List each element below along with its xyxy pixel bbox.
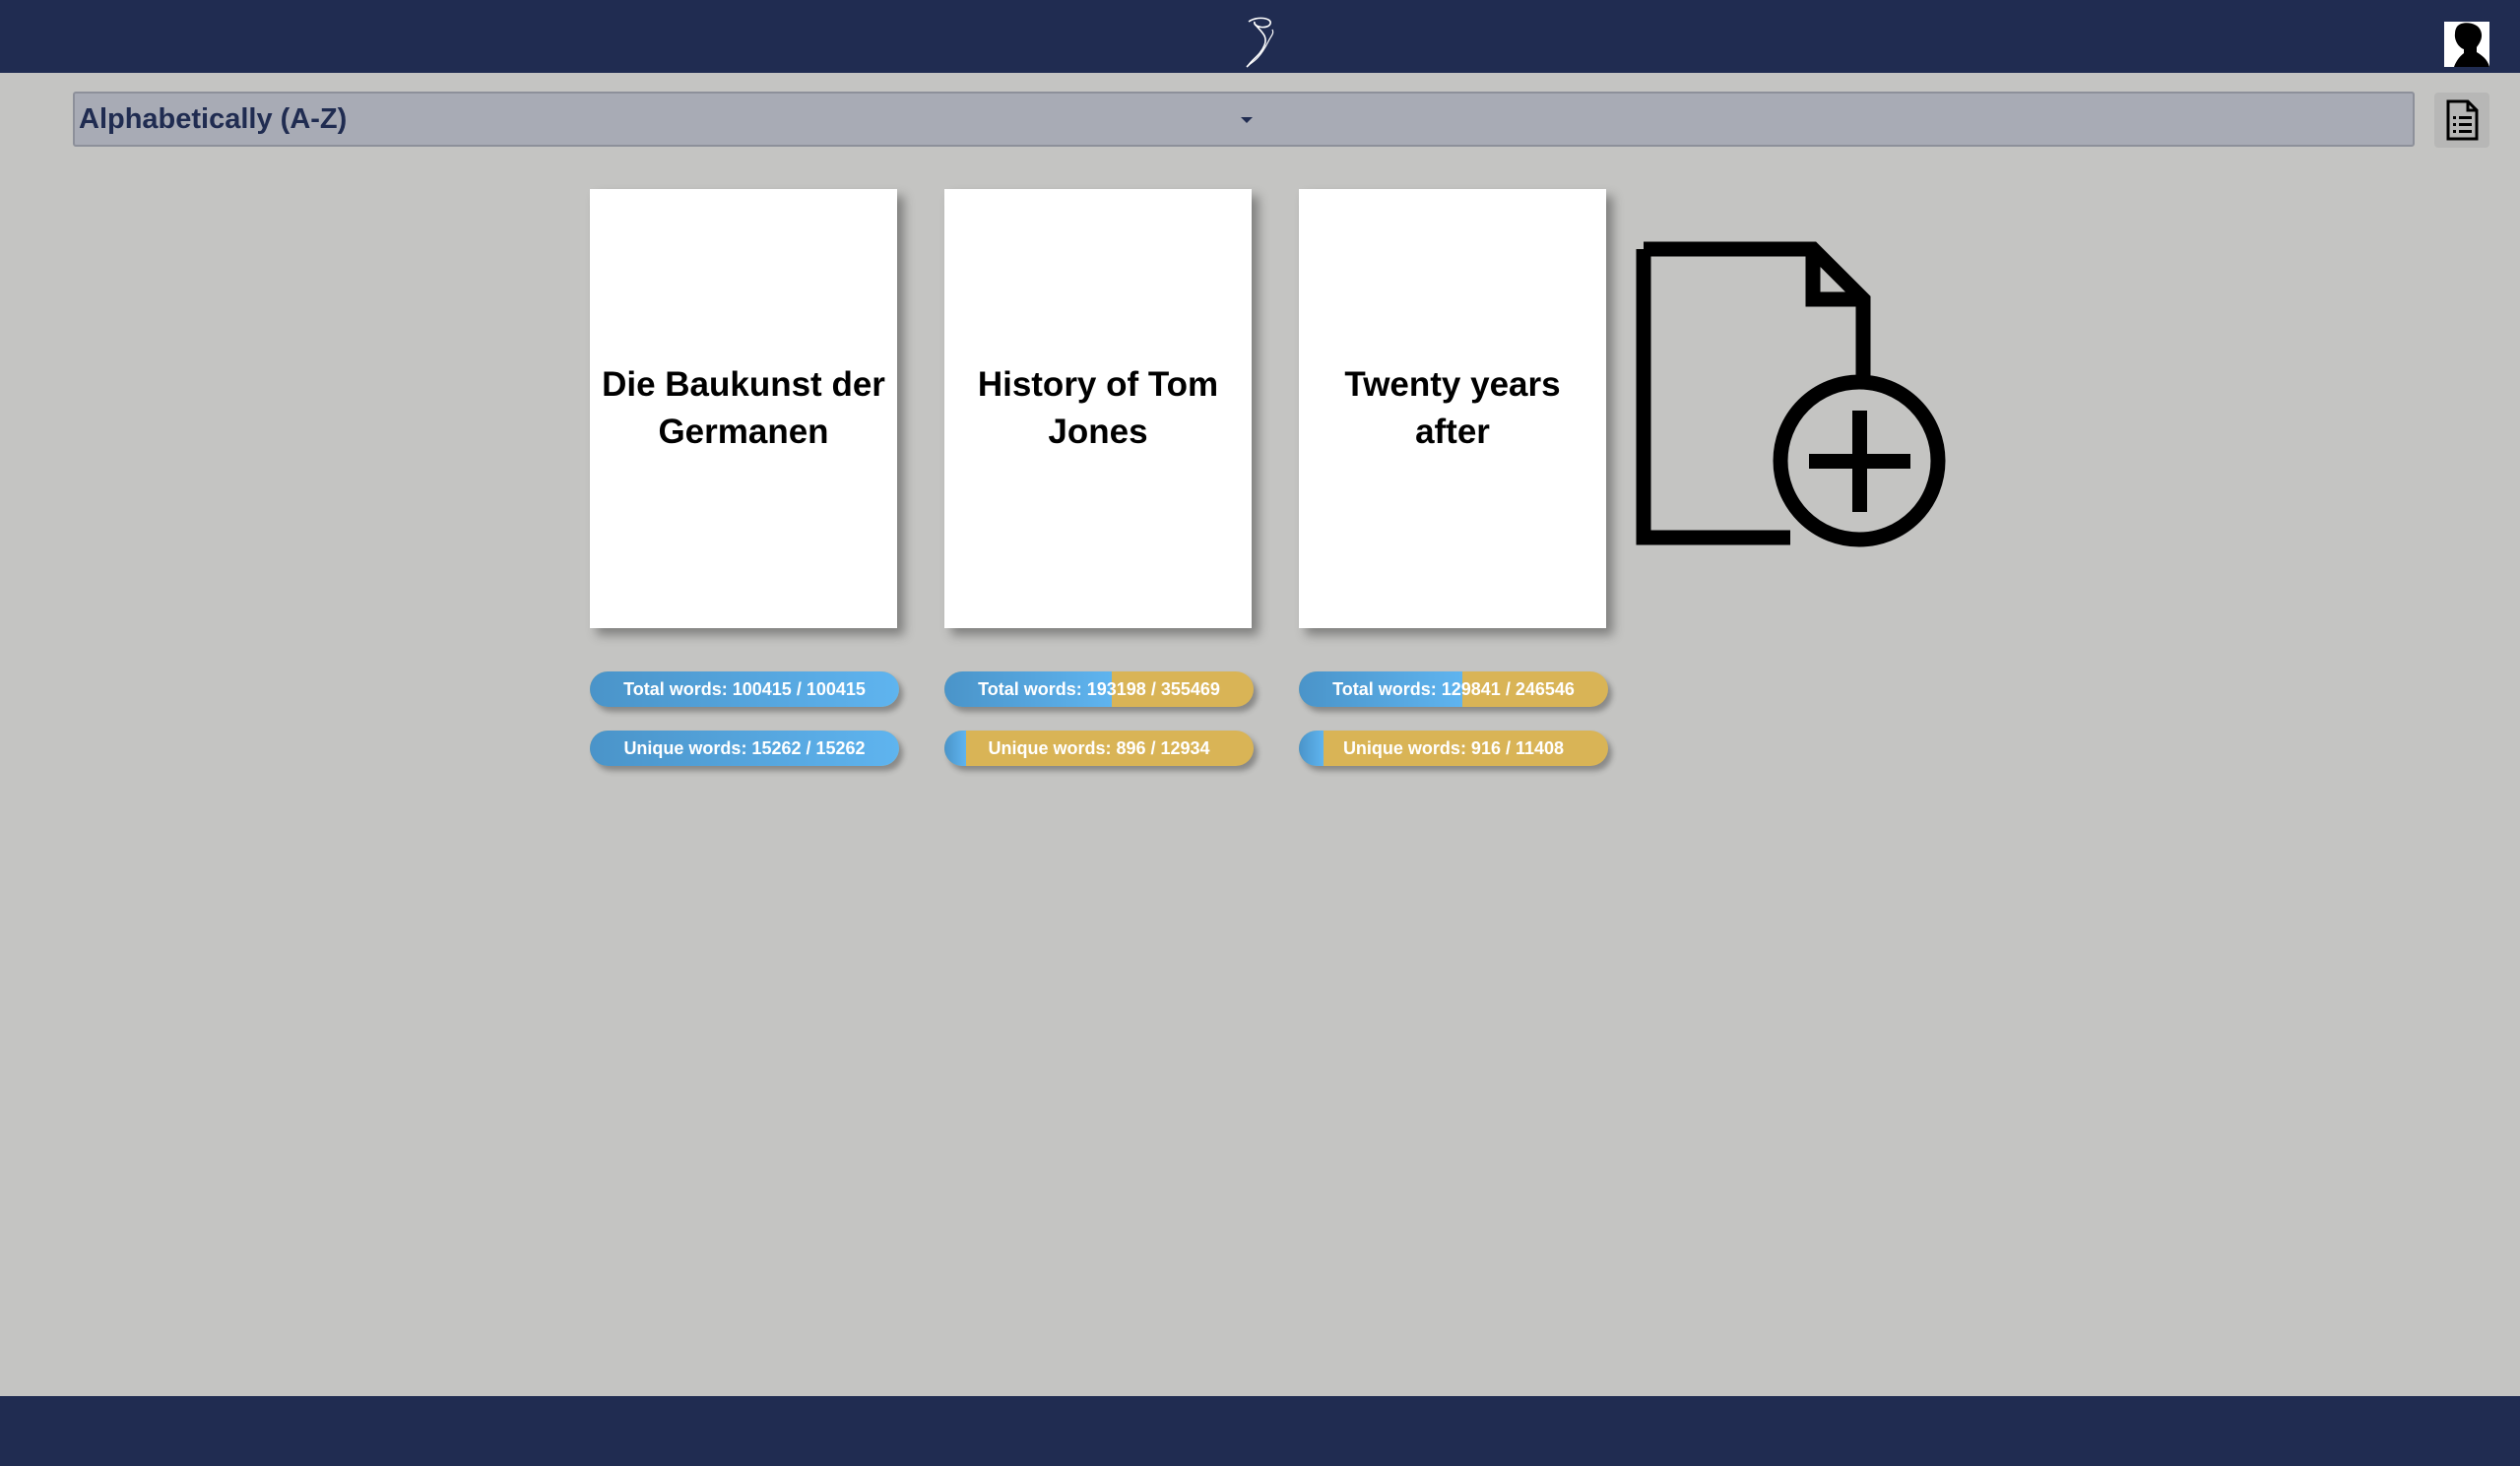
book-title: History of Tom Jones xyxy=(977,365,1219,451)
unique-words-label: Unique words: 896 / 12934 xyxy=(988,737,1210,758)
unique-words-progress: Unique words: 15262 / 15262 xyxy=(590,731,899,766)
sort-order-value: Alphabetically (A-Z) xyxy=(79,102,348,135)
unique-words-progress: Unique words: 916 / 11408 xyxy=(1299,731,1608,766)
unique-words-label: Unique words: 916 / 11408 xyxy=(1342,737,1565,758)
unique-words-label: Unique words: 15262 / 15262 xyxy=(623,737,866,758)
user-avatar-icon[interactable] xyxy=(2444,22,2489,67)
chevron-down-icon xyxy=(1241,117,1253,123)
book-card[interactable]: Die Baukunst der Germanen xyxy=(590,189,897,628)
list-view-button[interactable] xyxy=(2434,93,2489,148)
book-title: Die Baukunst der Germanen xyxy=(602,365,885,451)
top-bar xyxy=(0,0,2520,73)
total-words-progress: Total words: 193198 / 355469 xyxy=(944,671,1254,707)
quill-logo-icon[interactable] xyxy=(1239,14,1284,73)
total-words-label: Total words: 100415 / 100415 xyxy=(623,678,866,699)
unique-words-progress: Unique words: 896 / 12934 xyxy=(944,731,1254,766)
book-card[interactable]: Twenty years after xyxy=(1299,189,1606,628)
book-title: Twenty years after xyxy=(1344,365,1561,451)
total-words-progress: Total words: 100415 / 100415 xyxy=(590,671,899,707)
total-words-progress: Total words: 129841 / 246546 xyxy=(1299,671,1608,707)
total-words-label: Total words: 129841 / 246546 xyxy=(1332,678,1575,699)
document-list-icon xyxy=(2446,99,2479,141)
avatar-silhouette-icon xyxy=(2444,22,2489,67)
book-card[interactable]: History of Tom Jones xyxy=(944,189,1252,628)
footer-bar xyxy=(0,1396,2520,1466)
total-words-label: Total words: 193198 / 355469 xyxy=(978,678,1220,699)
add-document-icon xyxy=(1636,241,1946,547)
sort-order-select[interactable]: Alphabetically (A-Z) xyxy=(73,92,2415,147)
add-book-button[interactable] xyxy=(1633,238,1948,553)
